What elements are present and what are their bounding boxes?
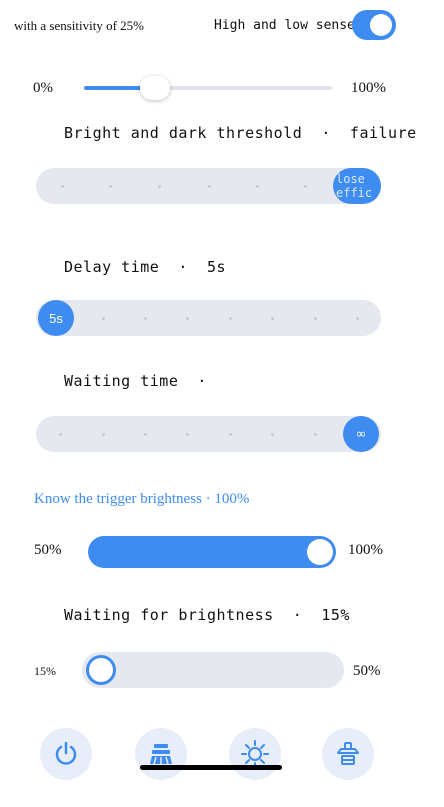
bright-dark-threshold-slider[interactable]: lose effic bbox=[36, 168, 381, 204]
waiting-brightness-min-label: 15% bbox=[34, 664, 56, 678]
step-dot bbox=[256, 185, 259, 188]
trigger-brightness-title: Know the trigger brightness · 100% bbox=[34, 491, 250, 507]
lamp-icon bbox=[337, 742, 359, 765]
high-low-sense-toggle[interactable] bbox=[352, 10, 396, 40]
mode-button[interactable] bbox=[135, 728, 187, 780]
delay-time-thumb[interactable]: 5s bbox=[38, 300, 74, 336]
bright-dark-threshold-thumb[interactable]: lose effic bbox=[333, 168, 381, 204]
step-dot bbox=[59, 433, 62, 436]
step-dot bbox=[102, 433, 105, 436]
step-dot bbox=[314, 433, 317, 436]
waiting-brightness-title: Waiting for brightness · 15% bbox=[64, 606, 350, 624]
step-dot bbox=[304, 185, 307, 188]
waiting-brightness-slider[interactable] bbox=[82, 652, 344, 688]
step-dot bbox=[102, 317, 105, 320]
sensitivity-slider-fill bbox=[84, 86, 146, 90]
waiting-time-slider[interactable]: ∞ bbox=[36, 416, 381, 452]
step-dot bbox=[356, 317, 359, 320]
step-dot bbox=[144, 433, 147, 436]
step-dot bbox=[61, 185, 64, 188]
step-dot bbox=[186, 317, 189, 320]
power-icon bbox=[55, 741, 77, 765]
sensitivity-max-label: 100% bbox=[351, 80, 386, 96]
sensitivity-min-label: 0% bbox=[33, 80, 53, 96]
step-dot bbox=[186, 433, 189, 436]
waiting-brightness-max-label: 50% bbox=[353, 663, 381, 679]
step-dot bbox=[144, 317, 147, 320]
lamp-button[interactable] bbox=[322, 728, 374, 780]
step-dot bbox=[314, 317, 317, 320]
trigger-brightness-slider[interactable] bbox=[88, 536, 336, 568]
step-dot bbox=[208, 185, 211, 188]
step-dot bbox=[229, 317, 232, 320]
step-dot bbox=[229, 433, 232, 436]
sensitivity-text: with a sensitivity of 25% bbox=[14, 18, 144, 33]
delay-time-slider[interactable]: 5s bbox=[36, 300, 381, 336]
step-dot bbox=[271, 317, 274, 320]
home-indicator bbox=[140, 765, 282, 770]
waiting-time-title: Waiting time · bbox=[64, 372, 207, 390]
waiting-time-thumb[interactable]: ∞ bbox=[343, 416, 379, 452]
step-dot bbox=[271, 433, 274, 436]
high-low-sense-label: High and low sense bbox=[214, 18, 355, 33]
trigger-brightness-thumb[interactable] bbox=[307, 539, 333, 565]
waiting-brightness-thumb[interactable] bbox=[86, 655, 116, 685]
sensitivity-slider-thumb[interactable] bbox=[140, 76, 170, 100]
trigger-brightness-max-label: 100% bbox=[348, 542, 383, 558]
toggle-knob bbox=[370, 14, 392, 36]
brightness-button[interactable] bbox=[229, 728, 281, 780]
step-dot bbox=[158, 185, 161, 188]
delay-time-title: Delay time · 5s bbox=[64, 258, 227, 276]
step-dot bbox=[109, 185, 112, 188]
power-button[interactable] bbox=[40, 728, 92, 780]
sensitivity-slider-track[interactable] bbox=[84, 86, 332, 90]
trigger-brightness-min-label: 50% bbox=[34, 542, 62, 558]
bright-dark-threshold-title: Bright and dark threshold · failure bbox=[64, 124, 417, 142]
